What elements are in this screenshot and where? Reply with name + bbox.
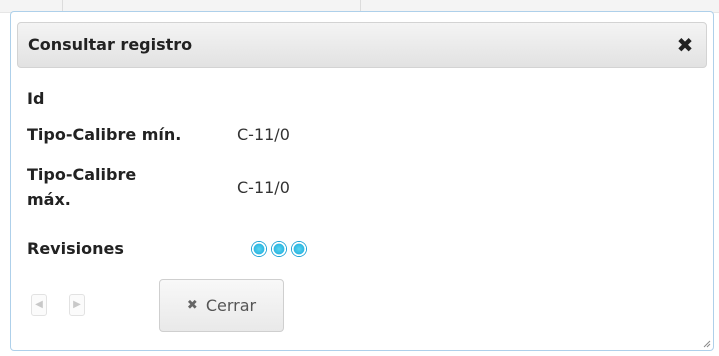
cerrar-button[interactable]: ✖ Cerrar: [159, 279, 284, 332]
field-row-calibre-max: Tipo-Calibre máx. C-11/0: [27, 162, 290, 212]
close-icon[interactable]: ✖: [674, 34, 696, 56]
revision-indicators: [251, 240, 307, 257]
field-label-calibre-min: Tipo-Calibre mín.: [27, 125, 182, 144]
field-label-revisiones: Revisiones: [27, 239, 124, 258]
x-icon: ✖: [186, 298, 198, 313]
field-row-id: Id: [27, 86, 237, 111]
revision-dot-icon[interactable]: [291, 240, 307, 257]
field-label-id: Id: [27, 89, 45, 108]
field-row-revisiones: Revisiones: [27, 236, 307, 261]
revision-dot-icon[interactable]: [251, 240, 267, 257]
field-label-calibre-max: Tipo-Calibre máx.: [27, 165, 137, 209]
field-value-calibre-min: C-11/0: [237, 125, 290, 144]
consult-record-dialog: Consultar registro ✖ Id Tipo-Calibre mín…: [10, 11, 714, 351]
resize-grip-icon[interactable]: [701, 338, 711, 348]
cerrar-button-label: Cerrar: [205, 296, 257, 315]
field-row-calibre-min: Tipo-Calibre mín. C-11/0: [27, 122, 290, 147]
dialog-titlebar[interactable]: Consultar registro ✖: [17, 22, 707, 68]
prev-arrow-icon[interactable]: ◀: [31, 294, 47, 316]
revision-dot-icon[interactable]: [271, 240, 287, 257]
field-value-calibre-max: C-11/0: [237, 177, 290, 197]
dialog-title: Consultar registro: [28, 35, 193, 54]
next-arrow-icon[interactable]: ▶: [69, 294, 85, 316]
